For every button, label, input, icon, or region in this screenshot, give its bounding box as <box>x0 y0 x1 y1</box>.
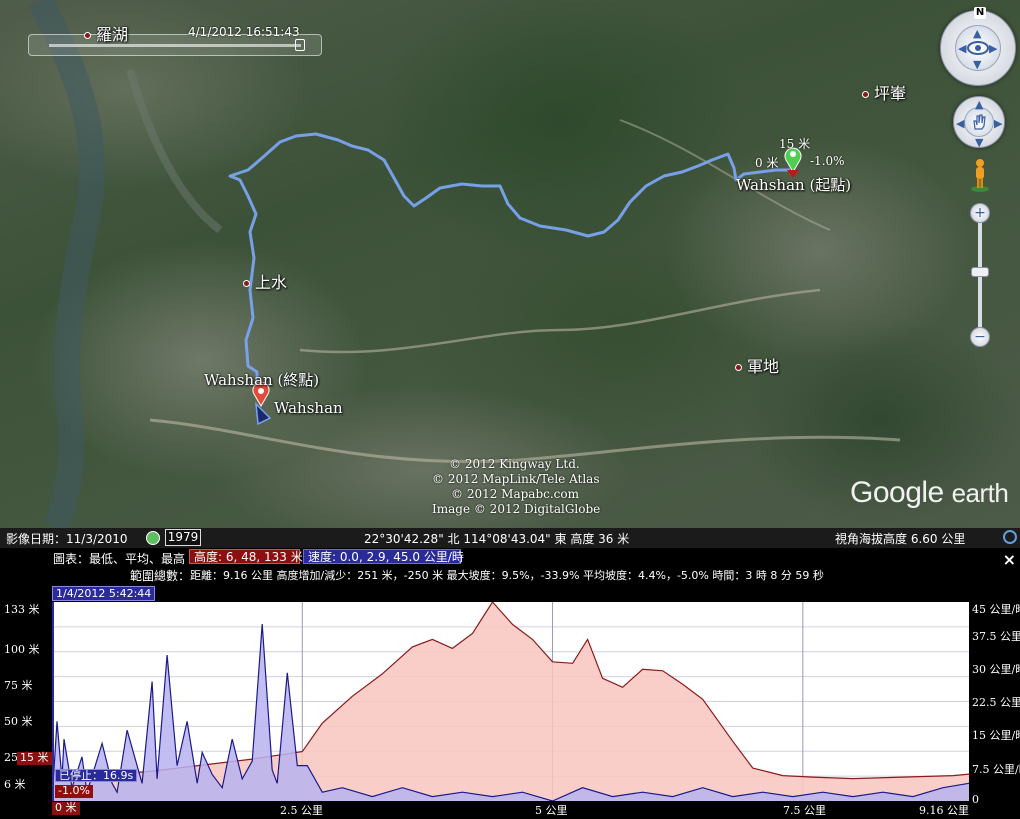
position-arrow-icon <box>255 401 272 426</box>
zoom-out-button[interactable]: − <box>970 327 990 347</box>
place-dot-icon <box>735 364 742 371</box>
y-right-tick: 22.5 公里/時 <box>972 696 1020 709</box>
x-tick: 2.5 公里 <box>280 804 323 817</box>
look-right-icon[interactable]: ▶ <box>989 43 997 54</box>
time-slider-thumb[interactable] <box>295 39 305 51</box>
y-left-tick: 100 米 <box>4 643 40 656</box>
cursor-distance-tag: 0 米 <box>52 802 80 815</box>
attribution-line: © 2012 Mapabc.com <box>451 487 579 501</box>
streaming-indicator-icon <box>1003 530 1017 544</box>
y-right-tick: 0 <box>972 793 979 806</box>
start-elev-label: 15 米 <box>779 137 811 151</box>
close-elevation-profile-button[interactable]: × <box>1003 550 1016 569</box>
start-left-label: 0 米 <box>755 156 779 170</box>
y-left-tick: 75 米 <box>4 679 33 692</box>
cursor-altitude-tag: 15 米 <box>17 752 52 765</box>
speed-series-toggle[interactable]: 速度: 0.0, 2.9, 45.0 公里/時 <box>303 549 464 564</box>
altitude-series-toggle[interactable]: 高度: 6, 48, 133 米 <box>189 549 303 564</box>
elevation-chart[interactable] <box>52 602 969 801</box>
end-marker-label[interactable]: Wahshan (終點) <box>204 369 319 390</box>
zoom-slider[interactable]: + − <box>970 203 990 347</box>
y-left-tick: 6 米 <box>4 778 26 791</box>
place-kwan-tei[interactable]: 軍地 <box>735 353 779 377</box>
start-marker-label[interactable]: Wahshan (起點) <box>736 174 851 195</box>
eye-altitude: 視角海拔高度 6.60 公里 <box>835 532 966 546</box>
summary-stats: 距離：9.16 公里 高度增加/減少：251 米，-250 米 最大坡度：9.5… <box>190 569 824 582</box>
cursor-date-tag: 1/4/2012 5:42:44 <box>52 586 156 601</box>
place-dot-icon <box>862 91 869 98</box>
attribution-line: Image © 2012 DigitalGlobe <box>432 502 601 516</box>
cursor-coordinates: 22°30'42.28" 北 114°08'43.04" 東 高度 36 米 <box>364 532 630 546</box>
historical-imagery-year[interactable]: 1979 <box>165 529 201 546</box>
elevation-profile-panel[interactable]: × 圖表：最低、平均、最高 高度: 6, 48, 133 米 速度: 0.0, … <box>0 548 1020 819</box>
look-left-icon[interactable]: ◀ <box>958 43 966 54</box>
compass-north-button[interactable]: N <box>974 7 986 19</box>
eye-glyph <box>967 41 989 55</box>
y-left-tick: 50 米 <box>4 715 33 728</box>
place-lo-wu[interactable]: 羅湖 <box>84 21 128 45</box>
cursor-grade-tag: -1.0% <box>55 785 93 798</box>
place-ping-che[interactable]: 坪輋 <box>862 80 906 104</box>
google-earth-logo: Google earth <box>850 476 1009 509</box>
zoom-in-button[interactable]: + <box>970 203 990 223</box>
start-grade-label: -1.0% <box>810 154 845 168</box>
imagery-date: 影像日期：11/3/2010 <box>6 532 128 546</box>
current-position-label[interactable]: Wahshan <box>274 399 343 417</box>
summary-label: 範圍總數： <box>130 569 191 583</box>
map-view[interactable]: 羅湖 4/1/2012 16:51:43 坪輋 上水 軍地 15 米 0 米 -… <box>0 0 1020 528</box>
y-right-tick: 45 公里/時 <box>972 603 1020 616</box>
elevation-plot-area[interactable] <box>52 602 969 801</box>
y-right-tick: 37.5 公里/時 <box>972 630 1020 643</box>
move-down-icon[interactable]: ▼ <box>975 137 983 148</box>
move-up-icon[interactable]: ▲ <box>975 99 983 110</box>
x-tick: 7.5 公里 <box>783 804 826 817</box>
place-sheung-shui[interactable]: 上水 <box>243 269 287 293</box>
gps-track <box>228 132 790 386</box>
x-tick: 5 公里 <box>535 804 568 817</box>
move-right-icon[interactable]: ▶ <box>994 118 1002 129</box>
street-view-pegman-icon[interactable] <box>970 158 990 192</box>
place-dot-icon <box>84 32 91 39</box>
move-left-icon[interactable]: ◀ <box>956 118 964 129</box>
look-down-icon[interactable]: ▼ <box>973 59 981 70</box>
y-right-tick: 15 公里/時 <box>972 729 1020 742</box>
y-right-tick: 30 公里/時 <box>972 663 1020 676</box>
place-dot-icon <box>243 280 250 287</box>
hand-icon[interactable] <box>964 107 994 137</box>
time-slider-datetime: 4/1/2012 16:51:43 <box>188 25 300 39</box>
x-tick: 9.16 公里 <box>919 804 969 817</box>
zoom-knob[interactable] <box>971 267 989 277</box>
look-up-icon[interactable]: ▲ <box>973 28 981 39</box>
historical-imagery-clock-icon[interactable] <box>146 531 160 545</box>
y-right-tick: 7.5 公里/時 <box>972 763 1020 776</box>
move-control[interactable]: ▲ ▼ ◀ ▶ <box>953 96 1005 148</box>
cursor-speed-tag: 已停止：16.9s <box>55 769 138 782</box>
attribution-line: © 2012 MapLink/Tele Atlas <box>432 472 600 486</box>
y-left-tick: 133 米 <box>4 603 40 616</box>
chart-series-label: 圖表：最低、平均、最高 <box>53 552 186 566</box>
hand-glyph <box>973 114 986 130</box>
look-control[interactable]: ▲ ▼ ◀ ▶ <box>940 10 1016 86</box>
attribution-line: © 2012 Kingway Ltd. <box>449 457 580 471</box>
